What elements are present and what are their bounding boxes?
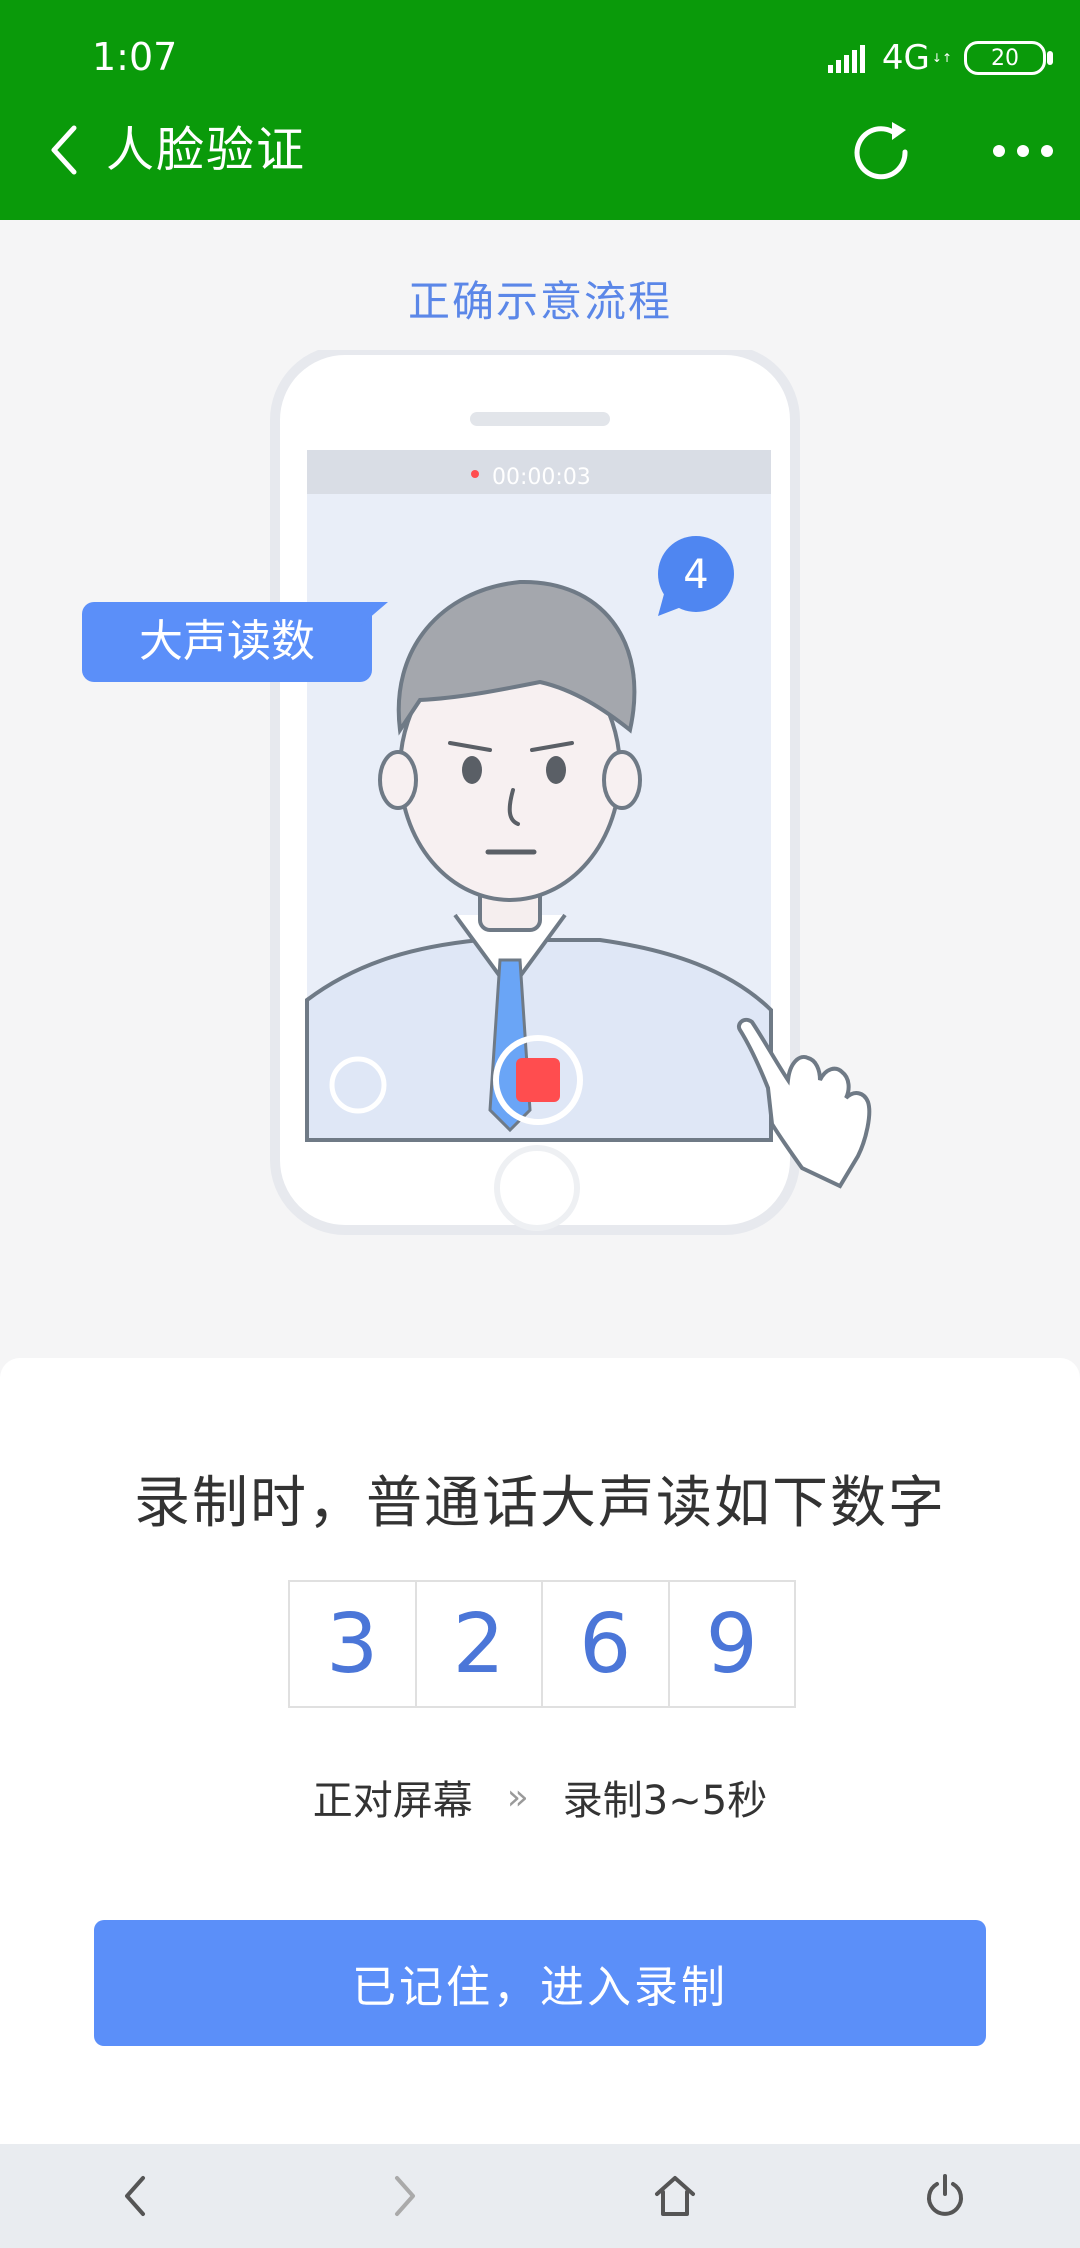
illustration-title: 正确示意流程 xyxy=(407,277,672,326)
signal-icon xyxy=(827,45,865,73)
start-recording-button[interactable]: 已记住，进入录制 xyxy=(94,1920,986,2046)
instruction-panel: 录制时，普通话大声读如下数字 3 2 6 9 正对屏幕 » 录制3~5秒 已记住… xyxy=(0,1358,1080,2148)
home-icon xyxy=(655,2176,695,2216)
status-bar: 1:07 4G ↓↑ 20 xyxy=(0,32,1080,82)
network-type: 4G xyxy=(881,38,930,78)
count-badge-text: 4 xyxy=(683,552,708,598)
nav-forward-button[interactable] xyxy=(345,2151,465,2241)
callout-text: 大声读数 xyxy=(139,616,315,667)
digit-box: 6 xyxy=(543,1582,670,1706)
face-verification-screen: 1:07 4G ↓↑ 20 人脸验证 正确示意流程 00:00:03 4 大声读… xyxy=(0,0,1080,2248)
power-icon xyxy=(927,2174,963,2216)
network-activity: ↓↑ xyxy=(931,51,952,65)
more-button[interactable] xyxy=(988,116,1058,186)
forward-icon xyxy=(395,2176,415,2216)
refresh-button[interactable] xyxy=(846,116,916,186)
nav-back-button[interactable] xyxy=(75,2151,195,2241)
refresh-icon xyxy=(854,122,908,180)
illustration-svg: 00:00:03 4 大声读数 xyxy=(82,345,872,1235)
double-chevron-icon: » xyxy=(506,1776,529,1818)
top-header: 1:07 4G ↓↑ 20 人脸验证 xyxy=(0,0,1080,220)
battery-level: 20 xyxy=(991,45,1019,71)
back-icon xyxy=(51,125,77,175)
page-title: 人脸验证 xyxy=(106,122,307,178)
title-bar: 人脸验证 xyxy=(0,110,1080,200)
status-time: 1:07 xyxy=(92,35,178,79)
digit-code: 3 2 6 9 xyxy=(288,1580,796,1708)
step-record-duration: 录制3~5秒 xyxy=(562,1778,768,1824)
step-face-screen: 正对屏幕 xyxy=(312,1778,473,1824)
status-indicators: 4G ↓↑ 20 xyxy=(826,38,1053,78)
record-dot xyxy=(471,470,479,478)
timer-text: 00:00:03 xyxy=(492,465,591,490)
bottom-navigation xyxy=(0,2144,1080,2248)
back-icon xyxy=(125,2176,145,2216)
record-button xyxy=(516,1058,560,1102)
more-icon xyxy=(993,145,1053,157)
correct-flow-illustration: 00:00:03 4 大声读数 xyxy=(60,345,1020,1250)
digit-box: 3 xyxy=(290,1582,417,1706)
back-button[interactable] xyxy=(34,120,94,180)
phone-speaker xyxy=(470,412,610,426)
steps-row: 正对屏幕 » 录制3~5秒 xyxy=(0,1768,1080,1826)
nav-power-button[interactable] xyxy=(885,2151,1005,2241)
battery-cap xyxy=(1047,51,1053,65)
nav-home-button[interactable] xyxy=(615,2151,735,2241)
digit-box: 2 xyxy=(417,1582,543,1706)
digit-box: 9 xyxy=(705,1596,758,1692)
instruction-text: 录制时，普通话大声读如下数字 xyxy=(134,1471,946,1536)
battery-indicator: 20 xyxy=(964,41,1053,75)
